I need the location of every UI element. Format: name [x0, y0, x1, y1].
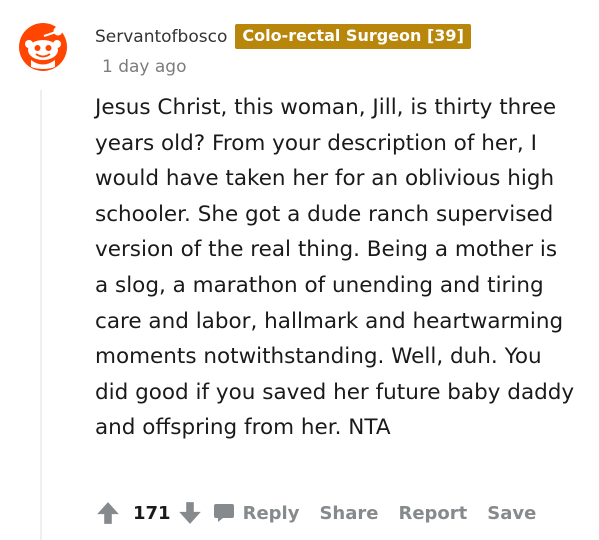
comment-actions: 171 Reply Share Report Save	[95, 498, 536, 528]
username-link[interactable]: Servantofbosco	[95, 27, 227, 47]
comment-icon	[213, 504, 234, 522]
comment-meta: Servantofbosco Colo-rectal Surgeon [39]	[95, 24, 471, 49]
upvote-icon[interactable]	[95, 500, 121, 526]
user-flair: Colo-rectal Surgeon [39]	[235, 24, 471, 49]
reply-label: Reply	[242, 502, 300, 524]
timestamp[interactable]: 1 day ago	[102, 57, 187, 77]
comment-body: Jesus Christ, this woman, Jill, is thirt…	[95, 95, 575, 441]
report-button[interactable]: Report	[398, 503, 467, 524]
save-button[interactable]: Save	[487, 503, 536, 524]
downvote-icon[interactable]	[177, 500, 203, 526]
reply-button[interactable]: Reply	[213, 502, 300, 524]
share-button[interactable]: Share	[319, 503, 378, 524]
vote-score: 171	[133, 502, 171, 524]
thread-line[interactable]	[40, 90, 42, 540]
avatar[interactable]	[18, 22, 68, 72]
